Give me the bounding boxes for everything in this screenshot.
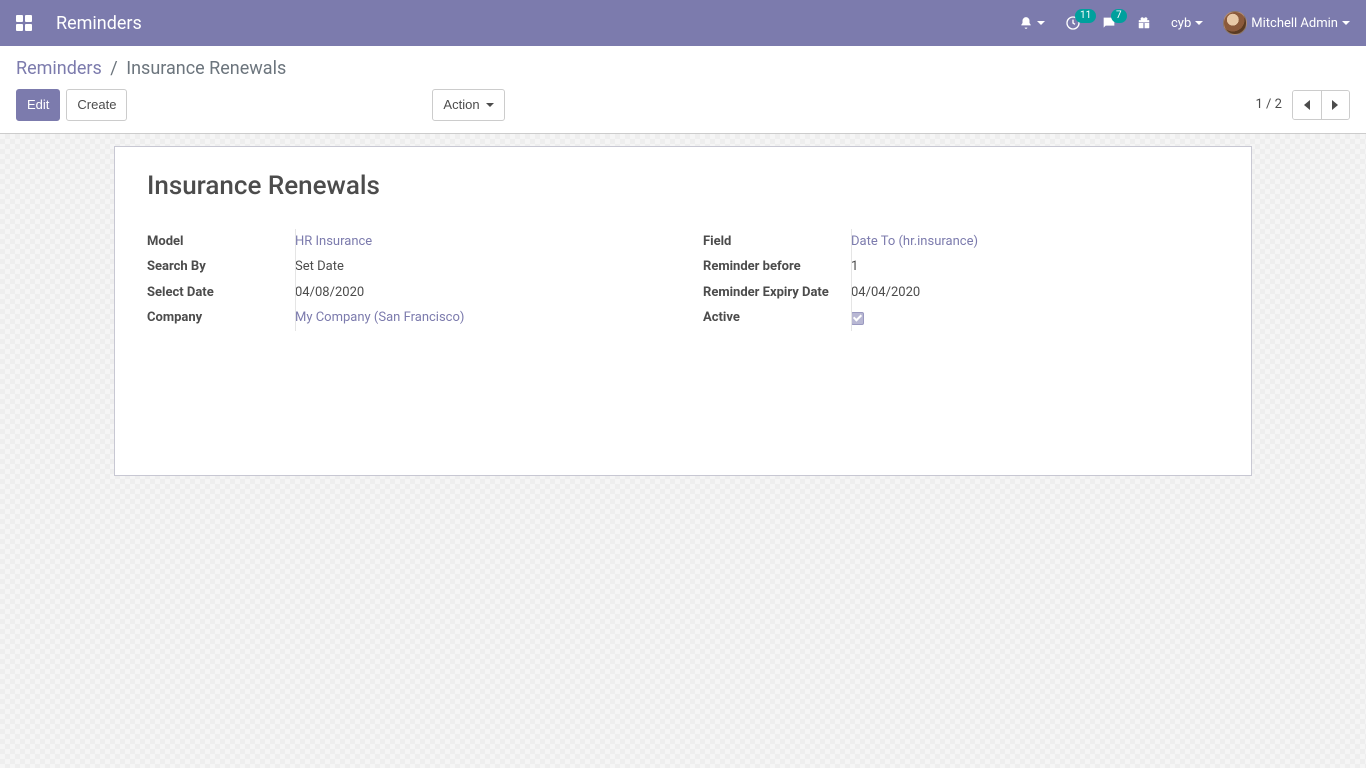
caret-down-icon (1342, 21, 1350, 25)
field-value-field: Date To (hr.insurance) (851, 232, 1219, 252)
pager-next-button[interactable] (1321, 91, 1349, 119)
field-company: Company My Company (San Francisco) (147, 305, 663, 331)
form-col-right: Field Date To (hr.insurance) Reminder be… (683, 229, 1219, 331)
field-label-field: Field (703, 232, 851, 252)
pager: 1 / 2 (1256, 90, 1350, 120)
field-label-company: Company (147, 308, 295, 328)
notifications-menu[interactable] (1019, 16, 1045, 30)
pager-text: 1 / 2 (1256, 97, 1282, 112)
field-active: Active (703, 305, 1219, 331)
action-label: Action (443, 95, 479, 115)
form-col-left: Model HR Insurance Search By Set Date Se… (147, 229, 683, 331)
gift-menu[interactable] (1137, 16, 1151, 30)
chevron-right-icon (1332, 100, 1338, 110)
column-divider (295, 229, 296, 331)
field-value-company: My Company (San Francisco) (295, 308, 663, 328)
user-menu[interactable]: Mitchell Admin (1223, 11, 1350, 35)
bell-icon (1019, 16, 1033, 30)
messages-badge: 7 (1111, 9, 1127, 23)
user-name: Mitchell Admin (1251, 16, 1338, 31)
field-link[interactable]: Date To (hr.insurance) (851, 234, 978, 249)
apps-icon[interactable] (16, 15, 32, 31)
company-link[interactable]: My Company (San Francisco) (295, 310, 464, 325)
field-reminder-before: Reminder before 1 (703, 254, 1219, 280)
active-checkbox[interactable] (851, 312, 864, 325)
form-sheet: Insurance Renewals Model HR Insurance Se… (114, 146, 1252, 476)
field-label-search-by: Search By (147, 257, 295, 277)
topbar-left: Reminders (16, 13, 142, 34)
activities-menu[interactable]: 11 (1065, 15, 1081, 31)
pager-prev-button[interactable] (1293, 91, 1321, 119)
control-bar: Reminders / Insurance Renewals Edit Crea… (0, 46, 1366, 134)
pager-buttons (1292, 90, 1350, 120)
topbar-right: 11 7 cyb Mitchell Admin (1019, 11, 1350, 35)
avatar (1223, 11, 1247, 35)
gift-icon (1137, 16, 1151, 30)
field-label-active: Active (703, 308, 851, 328)
field-reminder-expiry: Reminder Expiry Date 04/04/2020 (703, 280, 1219, 306)
chevron-left-icon (1304, 100, 1310, 110)
column-divider (851, 229, 852, 331)
field-search-by: Search By Set Date (147, 254, 663, 280)
content-area: Insurance Renewals Model HR Insurance Se… (0, 134, 1366, 768)
field-label-reminder-before: Reminder before (703, 257, 851, 277)
breadcrumb: Reminders / Insurance Renewals (0, 46, 1366, 79)
field-value-active (851, 308, 1219, 328)
caret-down-icon (1195, 21, 1203, 25)
edit-button[interactable]: Edit (16, 89, 60, 121)
topbar: Reminders 11 7 cyb Mitchell Admin (0, 0, 1366, 46)
create-button[interactable]: Create (66, 89, 127, 121)
field-field: Field Date To (hr.insurance) (703, 229, 1219, 255)
page-title: Insurance Renewals (147, 171, 1219, 201)
field-value-reminder-before: 1 (851, 257, 1219, 277)
breadcrumb-separator: / (106, 58, 121, 79)
activities-badge: 11 (1075, 9, 1096, 23)
messages-menu[interactable]: 7 (1101, 15, 1117, 31)
field-value-select-date: 04/08/2020 (295, 283, 663, 303)
caret-down-icon (1037, 21, 1045, 25)
field-model: Model HR Insurance (147, 229, 663, 255)
caret-down-icon (486, 103, 494, 107)
control-row: Edit Create Action 1 / 2 (0, 79, 1366, 133)
breadcrumb-root[interactable]: Reminders (16, 58, 102, 79)
field-value-model: HR Insurance (295, 232, 663, 252)
company-menu[interactable]: cyb (1171, 16, 1203, 31)
breadcrumb-current: Insurance Renewals (126, 58, 286, 79)
app-title: Reminders (56, 13, 142, 34)
field-label-model: Model (147, 232, 295, 252)
action-dropdown[interactable]: Action (432, 89, 504, 121)
field-value-reminder-expiry: 04/04/2020 (851, 283, 1219, 303)
field-value-search-by: Set Date (295, 257, 663, 277)
form-columns: Model HR Insurance Search By Set Date Se… (147, 229, 1219, 331)
field-label-reminder-expiry: Reminder Expiry Date (703, 283, 851, 303)
company-short: cyb (1171, 16, 1191, 31)
field-select-date: Select Date 04/08/2020 (147, 280, 663, 306)
action-button[interactable]: Action (432, 89, 504, 121)
field-label-select-date: Select Date (147, 283, 295, 303)
model-link[interactable]: HR Insurance (295, 234, 372, 249)
